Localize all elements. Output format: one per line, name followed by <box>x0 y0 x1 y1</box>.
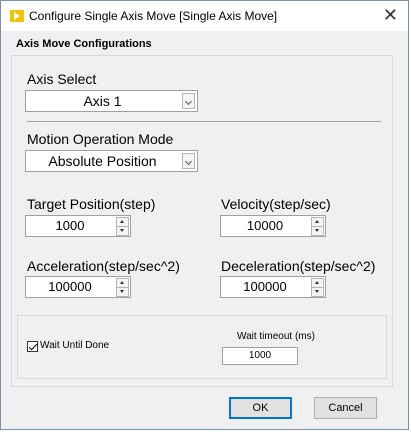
title-bar[interactable]: Configure Single Axis Move [Single Axis … <box>1 1 408 31</box>
section-title: Axis Move Configurations <box>16 38 152 50</box>
motion-mode-value: Absolute Position <box>48 153 157 169</box>
labview-play-icon <box>10 10 24 22</box>
acceleration-label: Acceleration(step/sec^2) <box>27 258 180 274</box>
chevron-down-icon[interactable] <box>182 93 195 109</box>
axis-select-value: Axis 1 <box>83 93 122 109</box>
axis-select-dropdown[interactable]: Axis 1 <box>25 90 198 112</box>
close-icon[interactable]: ✕ <box>383 5 398 25</box>
window-title: Configure Single Axis Move [Single Axis … <box>29 9 278 23</box>
decrement-icon[interactable] <box>311 287 324 297</box>
deceleration-value[interactable]: 100000 <box>221 277 309 297</box>
deceleration-stepper[interactable]: 100000 <box>220 276 326 298</box>
ok-button[interactable]: OK <box>229 397 292 419</box>
motion-mode-dropdown[interactable]: Absolute Position <box>25 150 198 172</box>
target-position-value[interactable]: 1000 <box>26 216 114 236</box>
dialog-window: Configure Single Axis Move [Single Axis … <box>0 0 409 430</box>
target-position-stepper[interactable]: 1000 <box>25 215 131 237</box>
velocity-value[interactable]: 10000 <box>221 216 309 236</box>
wait-until-done-label[interactable]: Wait Until Done <box>40 340 109 351</box>
spinner[interactable] <box>116 217 129 236</box>
velocity-stepper[interactable]: 10000 <box>220 215 326 237</box>
divider <box>27 121 381 122</box>
motion-mode-label: Motion Operation Mode <box>27 131 174 147</box>
target-position-label: Target Position(step) <box>27 196 156 212</box>
deceleration-label: Deceleration(step/sec^2) <box>221 258 376 274</box>
spinner[interactable] <box>116 278 129 297</box>
spinner[interactable] <box>311 217 324 236</box>
decrement-icon[interactable] <box>116 287 129 297</box>
spinner[interactable] <box>311 278 324 297</box>
chevron-down-icon[interactable] <box>182 153 195 169</box>
acceleration-stepper[interactable]: 100000 <box>25 276 131 298</box>
wait-timeout-input[interactable]: 1000 <box>222 347 298 365</box>
velocity-label: Velocity(step/sec) <box>221 196 331 212</box>
axis-select-label: Axis Select <box>27 71 97 87</box>
decrement-icon[interactable] <box>311 226 324 236</box>
decrement-icon[interactable] <box>116 226 129 236</box>
wait-until-done-checkbox[interactable] <box>27 341 38 352</box>
acceleration-value[interactable]: 100000 <box>26 277 114 297</box>
cancel-button[interactable]: Cancel <box>314 397 377 419</box>
wait-timeout-label: Wait timeout (ms) <box>237 331 315 342</box>
